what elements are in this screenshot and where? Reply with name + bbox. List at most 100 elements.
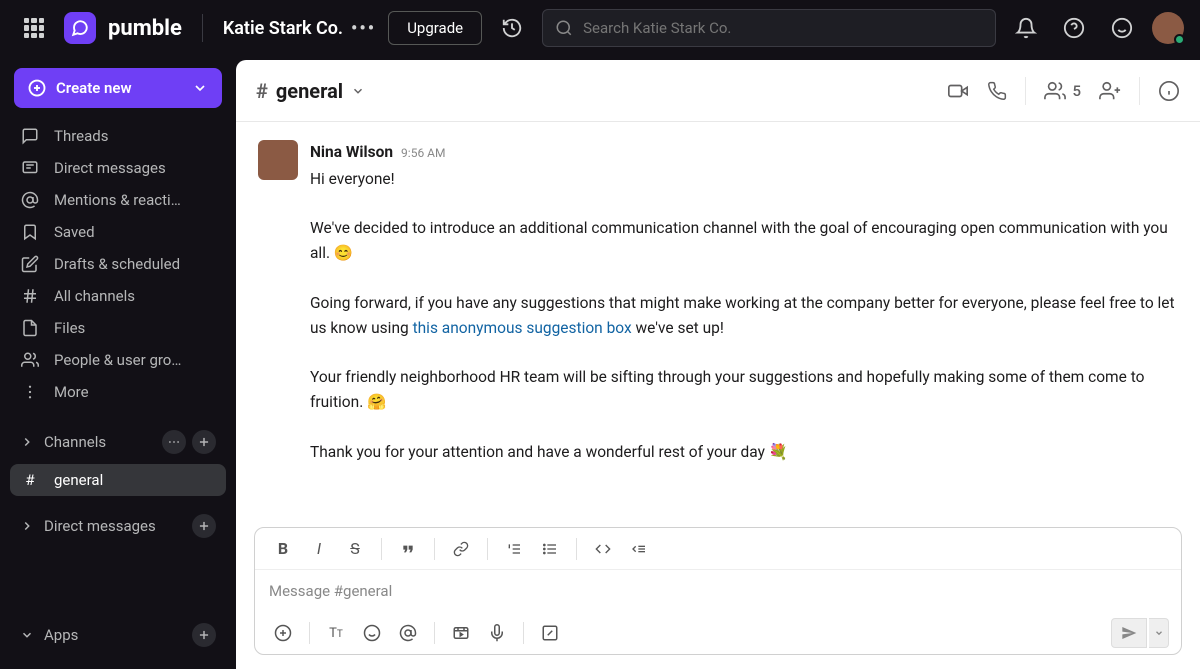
sidebar-item-label: All channels <box>54 287 135 305</box>
blockquote-button[interactable] <box>392 533 424 565</box>
chevron-down-icon <box>20 628 34 642</box>
sidebar-item-mentions[interactable]: Mentions & reacti… <box>0 184 236 216</box>
message-text: We've decided to introduce an additional… <box>310 216 1178 266</box>
sidebar-item-dms[interactable]: Direct messages <box>0 152 236 184</box>
file-icon <box>20 319 40 337</box>
send-options-button[interactable] <box>1149 618 1169 648</box>
composer-bottom-bar: TT <box>255 612 1181 654</box>
add-dm-icon[interactable] <box>192 514 216 538</box>
chevron-right-icon <box>20 519 34 533</box>
divider <box>487 538 488 560</box>
app-logo-icon[interactable] <box>64 12 96 44</box>
bullet-list-button[interactable] <box>534 533 566 565</box>
sidebar-item-label: Threads <box>54 127 108 145</box>
message-input[interactable]: Message #general <box>255 570 1181 612</box>
mention-button[interactable] <box>392 617 424 649</box>
hash-icon <box>20 287 40 305</box>
sidebar-item-label: Drafts & scheduled <box>54 255 180 273</box>
italic-button[interactable]: I <box>303 533 335 565</box>
sidebar-channel-general[interactable]: # general <box>10 464 226 496</box>
at-icon <box>20 191 40 209</box>
status-online-icon <box>1174 34 1185 45</box>
channel-info-button[interactable] <box>1158 80 1180 102</box>
sidebar-item-files[interactable]: Files <box>0 312 236 344</box>
more-icon: ••• <box>351 18 376 39</box>
video-clip-button[interactable] <box>445 617 477 649</box>
history-icon[interactable] <box>494 10 530 46</box>
create-new-button[interactable]: Create new <box>14 68 222 108</box>
message-time: 9:56 AM <box>401 144 445 163</box>
sidebar-item-channels[interactable]: All channels <box>0 280 236 312</box>
add-member-button[interactable] <box>1099 80 1121 102</box>
search-input[interactable] <box>583 19 983 37</box>
section-label: Channels <box>44 433 106 451</box>
emoji-icon[interactable] <box>1104 10 1140 46</box>
sidebar-section-channels[interactable]: Channels <box>0 420 236 464</box>
strike-button[interactable]: S <box>339 533 371 565</box>
divider <box>434 538 435 560</box>
user-avatar[interactable] <box>1152 12 1184 44</box>
app-name: pumble <box>108 16 182 41</box>
workspace-name: Katie Stark Co. <box>223 18 343 39</box>
message-text: Thank you for your attention and have a … <box>310 440 1178 465</box>
divider <box>434 622 435 644</box>
plus-circle-icon <box>28 79 46 97</box>
topbar: pumble Katie Stark Co. ••• Upgrade <box>0 0 1200 56</box>
sidebar-item-label: Mentions & reacti… <box>54 191 181 209</box>
sidebar-section-dms[interactable]: Direct messages <box>0 504 236 548</box>
message-author[interactable]: Nina Wilson <box>310 140 393 165</box>
composer: B I S Message #general TT <box>254 527 1182 655</box>
attach-button[interactable] <box>267 617 299 649</box>
bold-button[interactable]: B <box>267 533 299 565</box>
divider <box>576 538 577 560</box>
sidebar-item-threads[interactable]: Threads <box>0 120 236 152</box>
hash-icon: # <box>256 79 268 103</box>
format-toolbar: B I S <box>255 528 1181 570</box>
app-grid-icon[interactable] <box>16 10 52 46</box>
members-button[interactable]: 5 <box>1044 80 1081 102</box>
format-toggle-button[interactable]: TT <box>320 617 352 649</box>
help-icon[interactable] <box>1056 10 1092 46</box>
search-bar[interactable] <box>542 9 996 47</box>
message-text: Going forward, if you have any suggestio… <box>310 291 1178 341</box>
workspace-switcher[interactable]: Katie Stark Co. ••• <box>223 18 376 39</box>
sidebar-item-saved[interactable]: Saved <box>0 216 236 248</box>
divider <box>1025 77 1026 105</box>
add-channel-icon[interactable] <box>192 430 216 454</box>
sidebar: Create new Threads Direct messages Menti… <box>0 56 236 669</box>
sidebar-item-label: Files <box>54 319 85 337</box>
upgrade-button[interactable]: Upgrade <box>388 11 482 45</box>
message: Nina Wilson 9:56 AM Hi everyone! We've d… <box>258 140 1178 464</box>
audio-clip-button[interactable] <box>481 617 513 649</box>
suggestion-box-link[interactable]: this anonymous suggestion box <box>413 319 632 337</box>
emoji-picker-button[interactable] <box>356 617 388 649</box>
bookmark-icon <box>20 223 40 241</box>
divider <box>381 538 382 560</box>
sidebar-section-apps[interactable]: Apps <box>0 613 236 657</box>
video-call-button[interactable] <box>947 80 969 102</box>
code-button[interactable] <box>587 533 619 565</box>
ordered-list-button[interactable] <box>498 533 530 565</box>
send-button[interactable] <box>1111 618 1147 648</box>
chevron-down-icon <box>351 84 365 98</box>
sidebar-item-drafts[interactable]: Drafts & scheduled <box>0 248 236 280</box>
chevron-down-icon <box>192 80 208 96</box>
message-avatar[interactable] <box>258 140 298 180</box>
add-app-icon[interactable] <box>192 623 216 647</box>
message-text: Your friendly neighborhood HR team will … <box>310 365 1178 415</box>
shortcuts-button[interactable] <box>534 617 566 649</box>
audio-call-button[interactable] <box>987 81 1007 101</box>
link-button[interactable] <box>445 533 477 565</box>
sidebar-item-label: People & user gro… <box>54 351 181 369</box>
sidebar-item-people[interactable]: People & user gro… <box>0 344 236 376</box>
codeblock-button[interactable] <box>623 533 655 565</box>
more-vertical-icon <box>20 383 40 401</box>
section-menu-icon[interactable] <box>162 430 186 454</box>
notifications-icon[interactable] <box>1008 10 1044 46</box>
channel-name-button[interactable]: # general <box>256 79 365 103</box>
sidebar-item-more[interactable]: More <box>0 376 236 408</box>
divider <box>1139 77 1140 105</box>
member-count: 5 <box>1072 82 1081 100</box>
threads-icon <box>20 127 40 145</box>
message-list: Nina Wilson 9:56 AM Hi everyone! We've d… <box>236 122 1200 527</box>
